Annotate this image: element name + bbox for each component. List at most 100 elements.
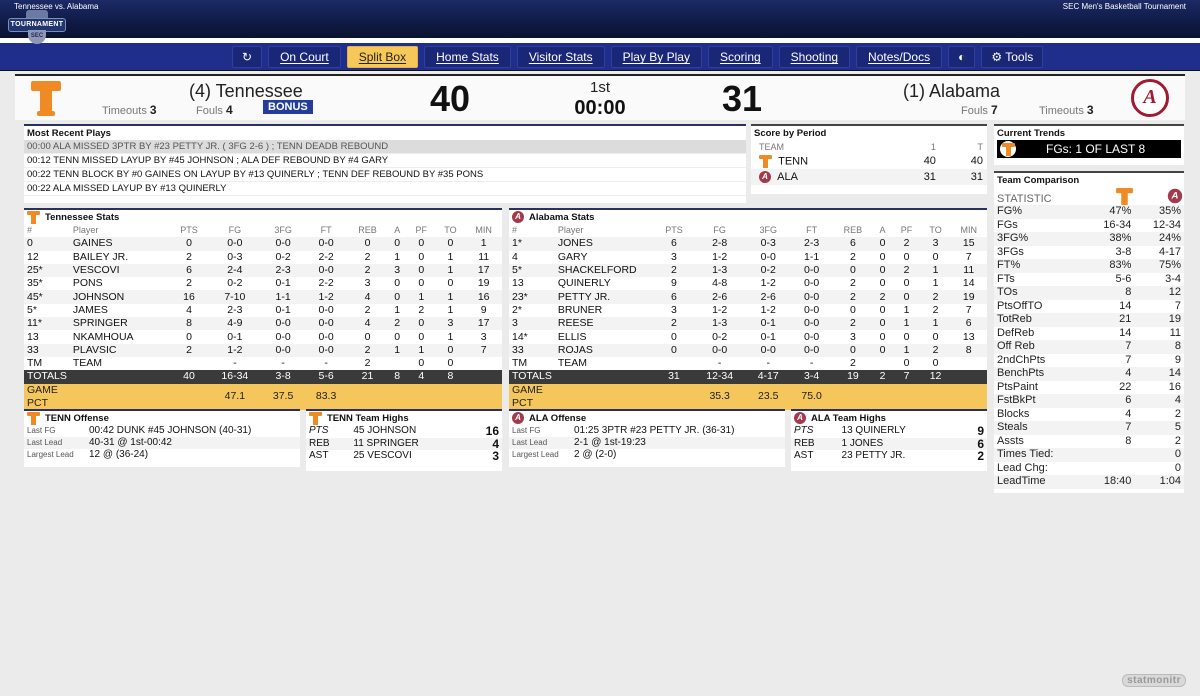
game-pct-row: GAME PCT 35.3 23.5 75.0 <box>509 383 987 410</box>
trend-item: FGs: 1 OF LAST 8 <box>997 140 1181 158</box>
tournament-logo: TOURNAMENT SEC <box>8 10 66 44</box>
player-row: 11* SPRINGER 8 4-9 0-0 0-0 4 2 0 3 17 <box>24 317 502 331</box>
comparison-row: 3FGs 3-8 4-17 <box>997 245 1181 258</box>
tennessee-icon <box>27 411 40 425</box>
comparison-row: BenchPts 4 14 <box>994 367 1184 381</box>
column-header: A <box>394 225 401 236</box>
player-row: 2* BRUNER 3 1-2 1-2 0-0 0 0 1 2 7 <box>512 303 972 316</box>
home-score: 40 <box>430 78 471 119</box>
player-row: 5* JAMES 4 2-3 0-1 0-0 2 1 2 1 9 <box>27 303 487 316</box>
comparison-row: Times Tied: 0 <box>994 448 1184 462</box>
comparison-row: DefReb 14 11 <box>997 326 1181 339</box>
nav-play-by-play[interactable]: Play By Play <box>610 46 702 68</box>
comparison-row: Assts 8 2 <box>997 434 1181 447</box>
home-fouls: Fouls 4 <box>196 103 233 117</box>
comparison-row: Lead Chg: 0 <box>997 461 1181 474</box>
comparison-row: FstBkPt 6 4 <box>994 394 1184 408</box>
player-row: 33 PLAVSIC 2 1-2 0-0 0-0 2 1 1 0 7 <box>24 343 502 357</box>
alabama-icon <box>759 171 771 184</box>
tennessee-stats-panel: Tennessee Stats # Player PTS FG 3FG FT REB A PF T… <box>24 208 502 410</box>
nav-visitor-stats[interactable]: Visitor Stats <box>516 46 605 68</box>
player-row: 45* JOHNSON 16 7-10 1-1 1-2 4 0 1 1 16 <box>24 290 502 304</box>
contrast-button[interactable]: ◐ <box>948 46 976 68</box>
alabama-logo <box>1131 79 1169 117</box>
player-row: 35* PONS 2 0-2 0-1 2-2 3 0 0 0 19 <box>27 277 490 290</box>
comparison-row: FG% 47% 35% <box>994 205 1184 219</box>
tennessee-logo <box>31 81 61 116</box>
column-header: MIN <box>960 225 977 236</box>
column-header: MIN <box>475 225 492 236</box>
alabama-icon <box>794 412 806 424</box>
tennessee-box-score: # Player PTS FG 3FG FT REB A PF TO MIN 0 GAINES 0 0-0 0… <box>24 224 502 410</box>
comparison-row: Steals 7 5 <box>994 421 1184 435</box>
alabama-stats-title: Alabama Stats <box>529 211 595 223</box>
away-score: 31 <box>722 78 763 119</box>
nav-bar: ↻ On Court Split Box Home Stats Visitor … <box>0 43 1200 71</box>
player-row: TM TEAM - - -2 0 0 <box>27 357 454 370</box>
column-header: PTS <box>665 225 683 236</box>
nav-home-stats[interactable]: Home Stats <box>424 46 511 68</box>
away-timeouts: Timeouts 3 <box>1039 103 1094 117</box>
team-comparison-title: Team Comparison <box>997 174 1080 186</box>
team-comparison-panel: Team Comparison STATISTIC FG%47%35%FGs16… <box>994 171 1184 493</box>
player-row: 25* VESCOVI 6 2-4 2-3 0-0 2 3 0 1 17 <box>24 263 502 278</box>
column-header: FG <box>228 225 242 236</box>
player-row: 12 BAILEY JR. 2 0-3 0-2 2-2 2 1 0 1 11 <box>27 250 490 263</box>
totals-row: TOTALS 31 12-34 4-17 3-4 19 2 7 12 <box>509 370 987 384</box>
column-header: PF <box>415 225 427 236</box>
top-banner: Tennessee vs. Alabama SEC Men's Basketba… <box>0 0 1200 38</box>
ala-team-highs-panel: ALA Team Highs PTS13 QUINERLY9 REB1 JONE… <box>791 409 987 471</box>
alabama-icon <box>512 211 524 223</box>
column-header: PTS <box>180 225 198 236</box>
play-item: 00:12 TENN MISSED LAYUP BY #45 JOHNSON ;… <box>24 154 746 168</box>
refresh-button[interactable]: ↻ <box>232 46 263 68</box>
tennessee-icon <box>1116 187 1134 205</box>
statmonitr-logo: statmonitr <box>1122 674 1186 687</box>
column-header: 3FG <box>274 225 292 236</box>
nav-shooting[interactable]: Shooting <box>778 46 851 68</box>
player-row: 5* SHACKELFORD 2 1-3 0-2 0-0 0 0 2 1 11 <box>509 263 987 278</box>
comparison-row: Blocks 4 2 <box>997 407 1181 420</box>
scoreboard: Timeouts 3 (4) Tennessee Fouls 4 BONUS 4… <box>15 74 1185 120</box>
tennessee-icon <box>27 210 40 224</box>
nav-scoring[interactable]: Scoring <box>707 46 773 68</box>
alabama-box-score: # Player PTS FG 3FG FT REB A PF TO MIN 1* JONES 6 2-8 0… <box>509 224 987 410</box>
recent-plays-panel: Most Recent Plays 00:00 ALA MISSED 3PTR … <box>24 124 746 203</box>
player-row: TM TEAM - - -2 0 0 <box>512 357 939 370</box>
column-header: PF <box>900 225 913 236</box>
trends-title: Current Trends <box>997 127 1066 139</box>
column-header: TO <box>929 225 942 236</box>
comparison-row: FTs 5-6 3-4 <box>997 272 1181 285</box>
event-title: SEC Men's Basketball Tournament <box>1062 2 1186 11</box>
nav-on-court[interactable]: On Court <box>268 46 341 68</box>
column-header: FG <box>713 225 726 236</box>
tennessee-icon <box>1002 143 1015 156</box>
nav-split-box[interactable]: Split Box <box>346 46 419 68</box>
column-header: FT <box>806 225 818 236</box>
column-header: # <box>512 225 518 236</box>
column-header: REB <box>843 225 863 236</box>
tennessee-stats-title: Tennessee Stats <box>45 211 120 223</box>
bonus-badge: BONUS <box>263 100 313 114</box>
period-row-ala: ALA3131 <box>751 169 987 185</box>
play-item: 00:00 ALA MISSED 3PTR BY #23 PETTY JR. (… <box>24 140 746 154</box>
tools-button[interactable]: ⚙ Tools <box>981 46 1044 68</box>
player-row: 1* JONES 6 2-8 0-3 2-3 6 0 2 3 15 <box>509 237 987 251</box>
comparison-row: 2ndChPts 7 9 <box>997 353 1181 366</box>
totals-row: TOTALS 40 16-34 3-8 5-6 21 8 4 8 <box>24 370 502 384</box>
play-item: 00:22 ALA MISSED LAYUP BY #13 QUINERLY <box>24 182 746 196</box>
game-pct-row: GAME PCT 47.1 37.5 83.3 <box>24 383 502 410</box>
score-by-period-title: Score by Period <box>754 127 827 139</box>
comparison-row: PtsPaint 22 16 <box>997 380 1181 393</box>
tenn-offense-panel: TENN Offense Last FG 00:42 DUNK #45 JOHNS… <box>24 409 300 467</box>
comparison-row: TOs 8 12 <box>994 286 1184 300</box>
home-team-name: (4) Tennessee <box>189 81 303 101</box>
comparison-row: PtsOffTO 14 7 <box>997 299 1181 312</box>
home-timeouts: Timeouts 3 <box>102 103 157 117</box>
nav-notes-docs[interactable]: Notes/Docs <box>856 46 943 68</box>
player-row: 13 NKAMHOUA 0 0-1 0-0 0-0 0 0 0 1 3 <box>27 330 487 343</box>
comparison-row: LeadTime 18:40 1:04 <box>994 475 1184 489</box>
column-header: Player <box>72 225 99 236</box>
player-row: 13 QUINERLY 9 4-8 1-2 0-0 2 0 0 1 14 <box>512 277 975 290</box>
column-header: TO <box>444 225 457 236</box>
